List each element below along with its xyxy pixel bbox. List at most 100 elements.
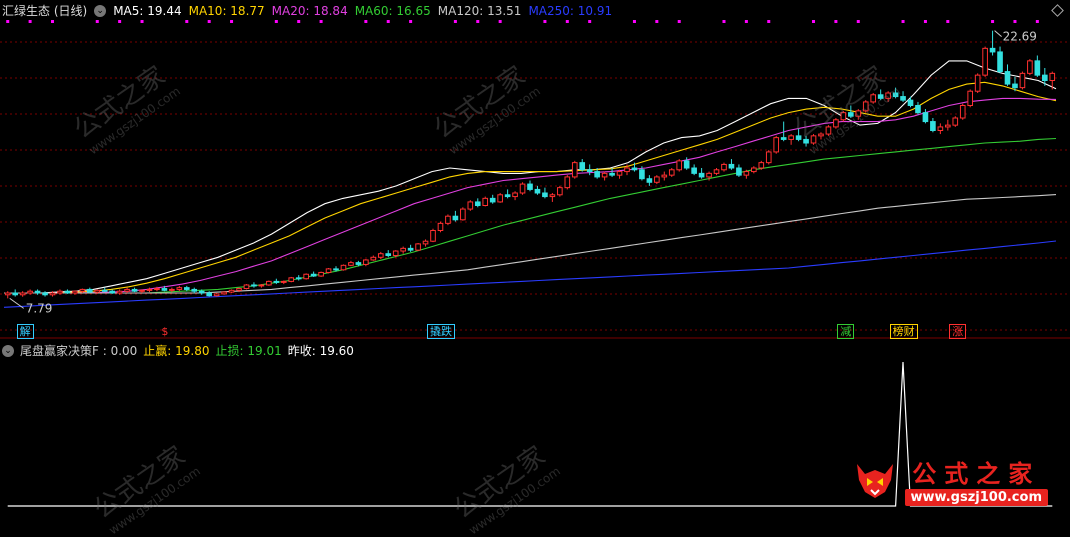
candle bbox=[736, 164, 742, 177]
top-marker bbox=[319, 20, 323, 23]
stop-win-value: 止赢: 19.80 bbox=[143, 344, 210, 358]
candle bbox=[280, 280, 287, 285]
stock-title[interactable]: 汇绿生态 (日线) bbox=[2, 2, 87, 19]
candle bbox=[661, 171, 668, 181]
top-marker bbox=[923, 20, 927, 23]
top-marker bbox=[565, 20, 569, 23]
max-price-pointer bbox=[994, 30, 1002, 38]
candle bbox=[385, 250, 392, 258]
candle bbox=[430, 228, 436, 243]
candle bbox=[959, 103, 966, 120]
candle-body bbox=[937, 126, 944, 132]
candle-body bbox=[370, 256, 377, 261]
candle-body bbox=[915, 105, 921, 114]
candle-body bbox=[698, 172, 705, 178]
candle bbox=[467, 200, 474, 211]
candle-body bbox=[1049, 72, 1056, 81]
candle-body bbox=[907, 99, 914, 107]
candle-body bbox=[12, 292, 19, 296]
top-marker bbox=[207, 20, 211, 23]
signal-tag[interactable]: 榜财 bbox=[889, 324, 918, 339]
candle-body bbox=[930, 121, 936, 131]
candle bbox=[773, 135, 780, 154]
candle-body bbox=[430, 230, 436, 242]
candle-body bbox=[228, 289, 235, 293]
candle-body bbox=[631, 167, 638, 171]
signal-tag[interactable]: 撬跌 bbox=[427, 324, 455, 339]
candle-body bbox=[415, 243, 421, 251]
candle-body bbox=[422, 240, 429, 245]
candle-body bbox=[280, 280, 287, 283]
candle-body bbox=[780, 137, 787, 140]
candle-body bbox=[542, 192, 548, 198]
stop-loss-value: 止损: 19.01 bbox=[215, 344, 282, 358]
logo-title: 公式之家 bbox=[912, 459, 1041, 488]
candle bbox=[86, 287, 93, 293]
candle-body bbox=[94, 289, 101, 293]
candle-body bbox=[624, 167, 630, 173]
signal-tag[interactable]: $ bbox=[158, 324, 171, 339]
candle-body bbox=[348, 262, 354, 266]
candle-body bbox=[571, 162, 578, 178]
indicator-header: ⌄ 尾盘赢家决策F : 0.00 止赢: 19.80 止损: 19.01 昨收:… bbox=[2, 342, 354, 359]
min-price-label: 7.79 bbox=[26, 301, 53, 315]
candle bbox=[952, 116, 959, 127]
candle bbox=[489, 194, 496, 204]
candle bbox=[251, 282, 257, 288]
signal-tag[interactable]: 解 bbox=[16, 324, 34, 339]
candle-body bbox=[266, 280, 272, 286]
candle-body bbox=[288, 277, 295, 282]
ma-legend: MA5: 19.44 MA10: 18.77 MA20: 18.84 MA60: 16… bbox=[113, 4, 612, 18]
collapse-icon[interactable]: ⌄ bbox=[94, 4, 107, 17]
candle-body bbox=[42, 292, 48, 296]
candle-body bbox=[564, 176, 571, 189]
candlestick-chart[interactable]: 22.69 7.79 bbox=[0, 0, 1070, 340]
candle bbox=[303, 273, 309, 280]
candle bbox=[557, 185, 563, 197]
candle-body bbox=[169, 288, 175, 291]
signal-tag[interactable]: 减 bbox=[837, 324, 855, 339]
candle bbox=[437, 221, 444, 233]
signal-tag[interactable]: 涨 bbox=[949, 324, 967, 339]
candle-body bbox=[1034, 60, 1041, 76]
top-marker bbox=[946, 20, 950, 23]
candle bbox=[363, 259, 369, 267]
candle-body bbox=[609, 172, 615, 176]
indicator-name[interactable]: 尾盘赢家决策F : 0.00 bbox=[20, 342, 137, 359]
candle bbox=[497, 193, 503, 203]
candle-body bbox=[101, 289, 108, 292]
candle-body bbox=[1041, 74, 1048, 82]
candle bbox=[982, 46, 988, 77]
candle-body bbox=[594, 171, 600, 178]
ma-legend-item: MA5: 19.44 bbox=[113, 3, 182, 18]
candle-body bbox=[392, 250, 399, 257]
candle bbox=[1034, 55, 1041, 77]
top-marker bbox=[95, 20, 99, 23]
candle-body bbox=[318, 271, 324, 277]
candle bbox=[340, 264, 347, 271]
collapse-icon[interactable]: ⌄ bbox=[2, 344, 14, 357]
candle-body bbox=[333, 268, 339, 271]
candle-body bbox=[198, 290, 205, 294]
candle-body bbox=[721, 163, 727, 171]
candle bbox=[243, 284, 250, 290]
candle-body bbox=[79, 288, 86, 292]
top-marker bbox=[543, 20, 547, 23]
top-marker bbox=[1035, 20, 1039, 23]
top-marker bbox=[498, 20, 502, 23]
candle-body bbox=[139, 289, 145, 292]
candle-body bbox=[273, 280, 280, 283]
indicator-panel[interactable]: ⌄ 尾盘赢家决策F : 0.00 止赢: 19.80 止损: 19.01 昨收:… bbox=[0, 340, 1070, 537]
candle bbox=[616, 169, 623, 179]
candle-body bbox=[646, 178, 653, 183]
candle-body bbox=[221, 291, 227, 295]
candle bbox=[221, 291, 227, 295]
candle bbox=[460, 207, 466, 221]
candle bbox=[586, 164, 593, 176]
main-chart-panel[interactable]: 22.69 7.79 汇绿生态 (日线) ⌄ MA5: 19.44 MA10: 18… bbox=[0, 0, 1070, 340]
candle-body bbox=[728, 163, 735, 169]
candle-body bbox=[616, 171, 623, 176]
top-marker bbox=[140, 20, 144, 23]
candle-body bbox=[982, 47, 988, 76]
site-logo: 公式之家 www.gszj100.com bbox=[851, 454, 1048, 506]
